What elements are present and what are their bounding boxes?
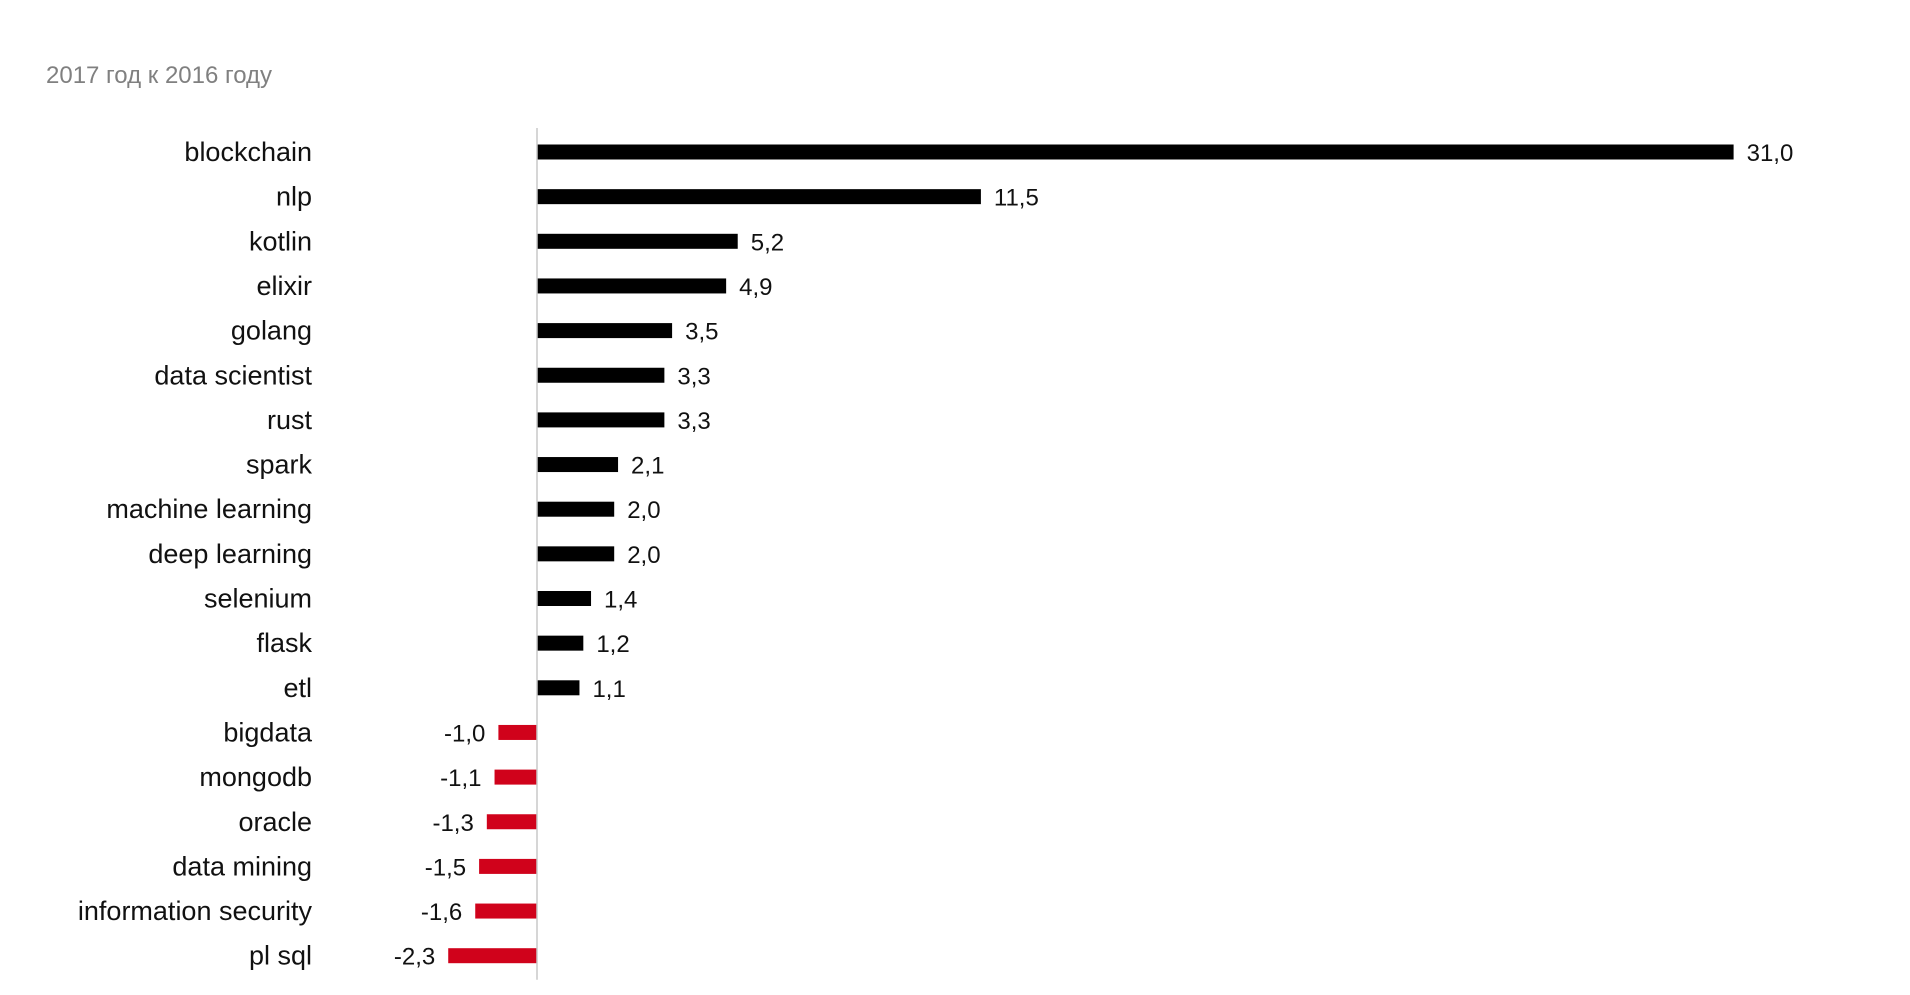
category-label: mongodb <box>199 762 312 792</box>
bar-information-security <box>475 903 537 919</box>
bar-elixir <box>537 278 727 294</box>
category-label: deep learning <box>148 539 312 569</box>
category-label: oracle <box>238 807 312 837</box>
value-label: 11,5 <box>994 185 1039 212</box>
value-label: 1,1 <box>592 676 625 703</box>
category-label: spark <box>246 450 313 480</box>
category-label: machine learning <box>106 494 312 524</box>
value-label: -1,6 <box>421 899 462 926</box>
bar-kotlin <box>537 233 738 249</box>
value-label: -1,5 <box>425 854 466 881</box>
bar-oracle <box>486 814 537 830</box>
value-label: 2,1 <box>631 453 664 480</box>
bar-bigdata <box>498 724 537 740</box>
value-label: 2,0 <box>627 542 660 569</box>
bar-nlp <box>537 189 981 205</box>
category-label: kotlin <box>249 226 312 256</box>
category-label: bigdata <box>223 717 313 747</box>
bar-machine-learning <box>537 501 615 517</box>
bar-golang <box>537 323 673 339</box>
bar-pl-sql <box>448 948 537 964</box>
bar-deep-learning <box>537 546 615 562</box>
category-label: data scientist <box>154 360 312 390</box>
category-label: pl sql <box>249 941 312 971</box>
bar-etl <box>537 680 580 696</box>
bar-chart: blockchain nlp kotlin elixir golang data scie… <box>78 128 1794 980</box>
category-labels-group: blockchain nlp kotlin elixir golang data scie… <box>78 137 313 971</box>
category-label: golang <box>231 316 312 346</box>
bar-selenium <box>537 591 592 606</box>
bar-mongodb <box>494 769 537 785</box>
category-label: etl <box>283 673 312 703</box>
value-label: 4,9 <box>739 274 772 301</box>
value-label: 2,0 <box>627 497 660 524</box>
bar-data-mining <box>479 858 537 874</box>
category-label: blockchain <box>184 137 312 167</box>
category-label: elixir <box>256 271 312 301</box>
value-label: 3,3 <box>677 408 710 435</box>
value-label: -1,1 <box>440 765 481 792</box>
value-label: -1,0 <box>444 720 485 747</box>
value-label: 31,0 <box>1747 140 1794 167</box>
category-label: information security <box>78 896 313 926</box>
category-label: rust <box>267 405 313 435</box>
value-label: 3,5 <box>685 319 718 346</box>
value-label: 3,3 <box>677 363 710 390</box>
value-label: 1,2 <box>596 631 629 658</box>
bar-data-scientist <box>537 367 665 383</box>
category-label: nlp <box>276 182 312 212</box>
category-label: data mining <box>172 851 312 881</box>
bar-blockchain <box>537 144 1734 160</box>
value-label: -2,3 <box>394 944 435 971</box>
value-label: 5,2 <box>751 229 784 256</box>
value-label: 1,4 <box>604 587 637 614</box>
bar-flask <box>537 635 584 651</box>
category-label: flask <box>256 628 312 658</box>
bar-spark <box>537 457 619 473</box>
value-label: -1,3 <box>432 810 473 837</box>
bar-rust <box>537 412 665 428</box>
category-label: selenium <box>204 584 312 614</box>
